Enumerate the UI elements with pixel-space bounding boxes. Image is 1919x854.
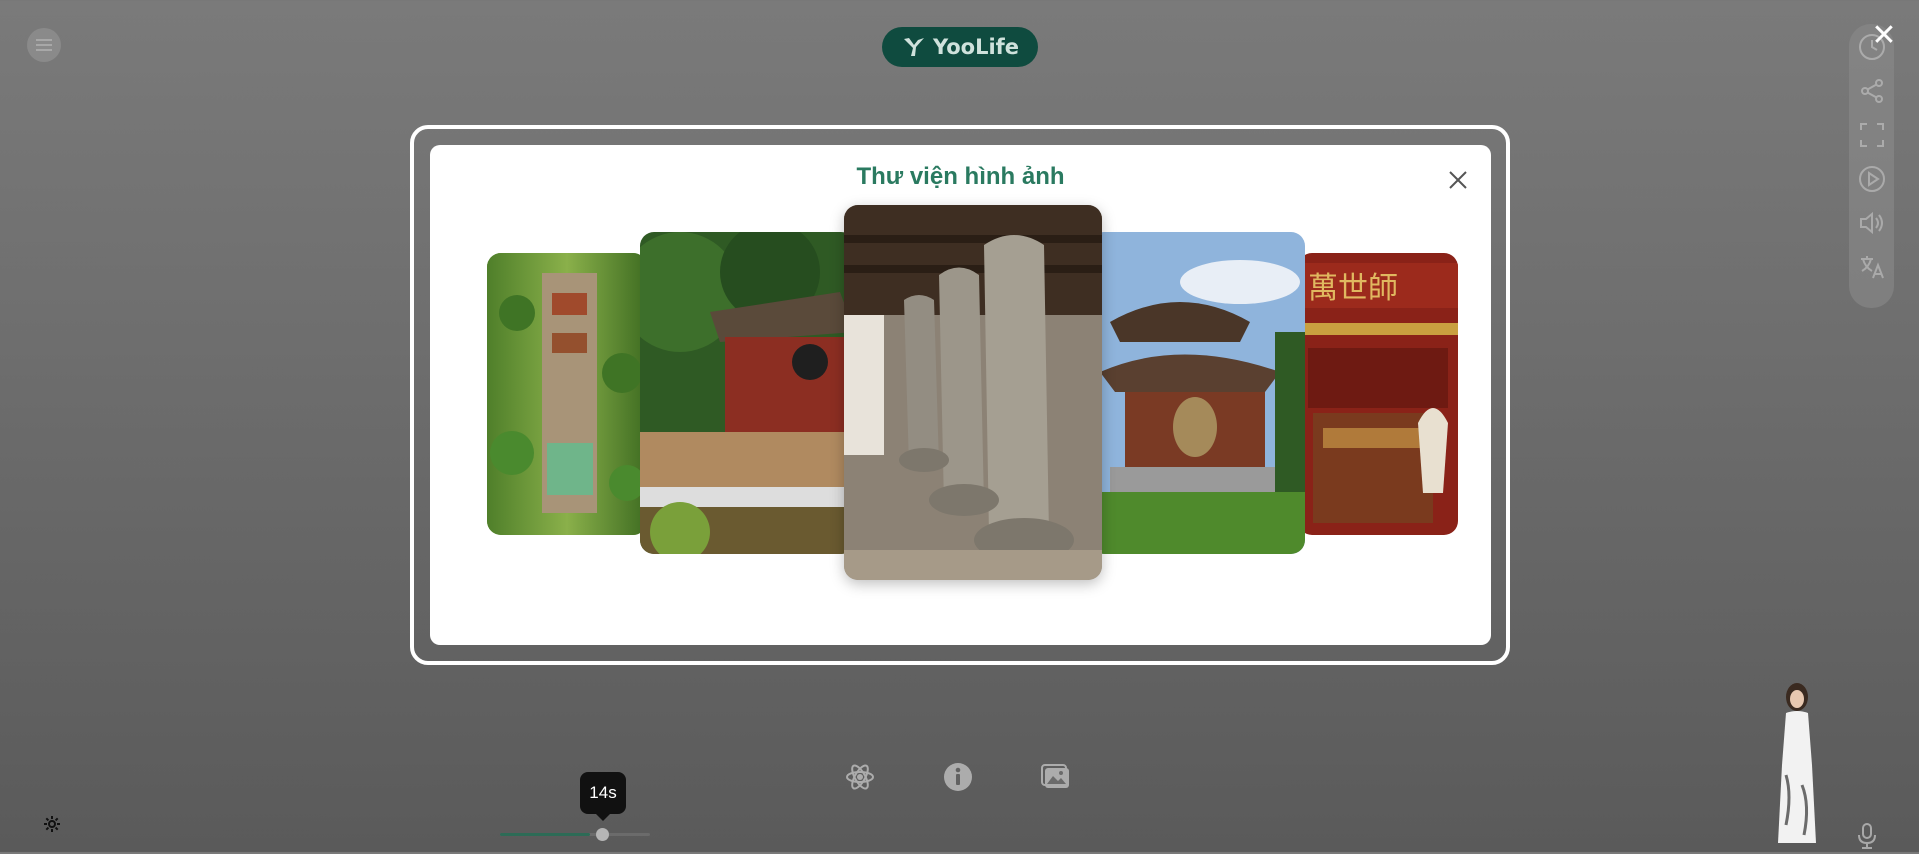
gallery-slide[interactable] bbox=[844, 205, 1102, 580]
image-carousel[interactable]: 萬世師 bbox=[430, 145, 1491, 645]
aerial-view-image bbox=[487, 253, 647, 535]
bird-logo-icon bbox=[903, 38, 924, 56]
progress-track[interactable] bbox=[500, 833, 650, 836]
progress-handle[interactable] bbox=[596, 828, 609, 841]
gallery-slide[interactable]: 萬世師 bbox=[1298, 253, 1458, 535]
play-icon[interactable] bbox=[1857, 164, 1887, 194]
stone-stelae-image bbox=[844, 205, 1102, 580]
red-gate-pavilion-image bbox=[640, 232, 855, 554]
info-icon[interactable] bbox=[941, 760, 975, 794]
microphone-icon[interactable] bbox=[1854, 822, 1880, 850]
translate-icon[interactable] bbox=[1857, 252, 1887, 282]
logo-text: YooLife bbox=[932, 35, 1020, 59]
volume-icon[interactable] bbox=[1857, 208, 1887, 238]
svg-text:萬世師: 萬世師 bbox=[1308, 271, 1398, 306]
gallery-slide[interactable] bbox=[487, 253, 647, 535]
gallery-slide[interactable] bbox=[640, 232, 855, 554]
gallery-icon[interactable] bbox=[1039, 760, 1073, 794]
red-altar-image: 萬世師 bbox=[1298, 253, 1458, 535]
gear-icon[interactable] bbox=[42, 814, 62, 834]
bottom-toolbar bbox=[843, 760, 1073, 794]
fullscreen-icon[interactable] bbox=[1857, 120, 1887, 150]
presenter-avatar[interactable] bbox=[1772, 675, 1822, 845]
atom-icon[interactable] bbox=[843, 760, 877, 794]
menu-button[interactable] bbox=[27, 28, 61, 62]
right-toolbar bbox=[1849, 24, 1894, 308]
close-icon[interactable]: ✕ bbox=[1870, 21, 1898, 51]
share-icon[interactable] bbox=[1857, 76, 1887, 106]
progress-fill bbox=[500, 833, 590, 836]
drum-pavilion-image bbox=[1090, 232, 1305, 554]
time-tooltip: 14s bbox=[580, 772, 626, 821]
app-logo[interactable]: YooLife bbox=[882, 27, 1038, 67]
gallery-modal: Thư viện hình ảnh 萬世師 bbox=[430, 145, 1491, 645]
gallery-slide[interactable] bbox=[1090, 232, 1305, 554]
menu-icon bbox=[36, 39, 52, 51]
